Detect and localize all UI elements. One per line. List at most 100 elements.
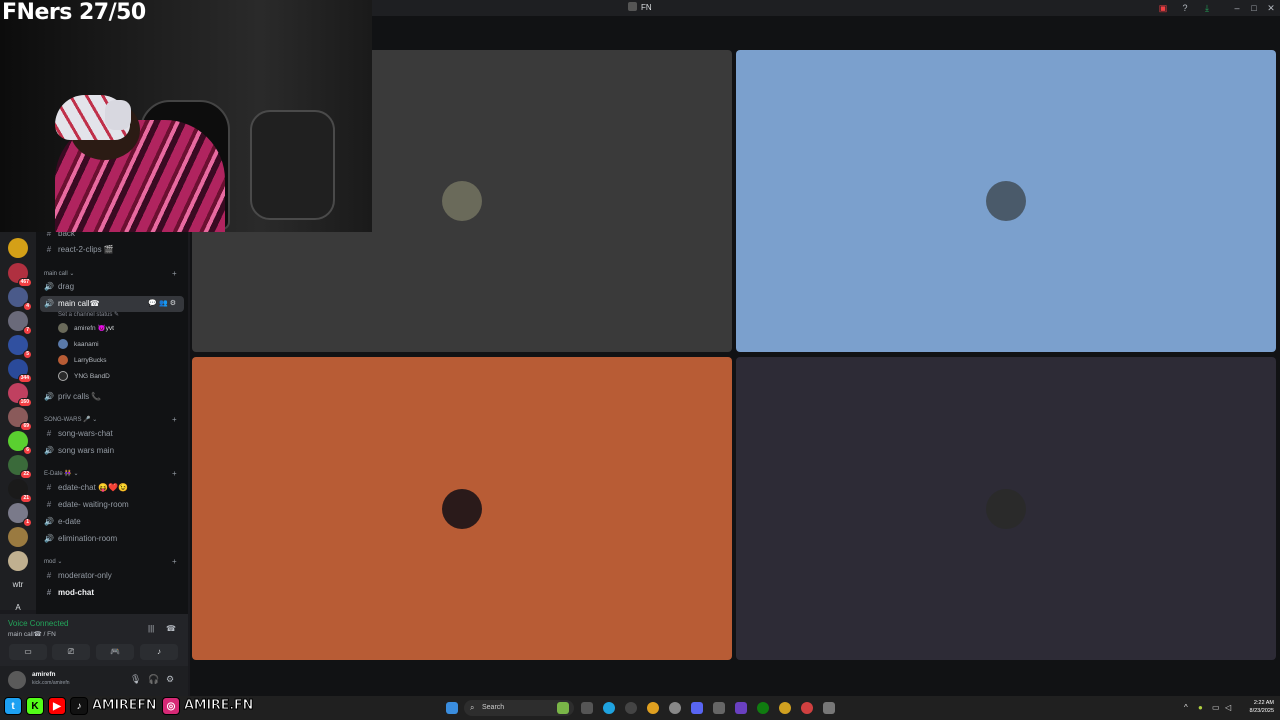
camera-button[interactable]: ▭ — [9, 644, 47, 660]
channel-name: moderator-only — [58, 571, 112, 580]
clock-time: 2:22 AM — [1253, 700, 1274, 706]
kick-icon: K — [26, 697, 44, 715]
text-channel[interactable]: # edate- waiting-room — [44, 497, 182, 513]
tray-chevron-icon[interactable]: ^ — [1184, 703, 1188, 712]
plus-icon[interactable]: + — [172, 415, 177, 424]
voice-channel[interactable]: 🔊 drag — [44, 279, 182, 295]
text-channel[interactable]: # song-wars-chat — [44, 426, 182, 442]
chrome-icon[interactable] — [779, 702, 791, 714]
server-icon[interactable] — [8, 551, 28, 571]
category-edate[interactable]: E-Date 👭 ⌄ + — [44, 469, 177, 478]
voice-user[interactable]: kaanami — [58, 339, 99, 351]
voice-channel[interactable]: 🔊 priv calls 📞 — [44, 389, 182, 405]
video-tile[interactable] — [736, 50, 1276, 352]
unread-badge: 1 — [23, 518, 32, 527]
server-icon[interactable]: 6 — [8, 431, 32, 455]
app-icon[interactable] — [669, 702, 681, 714]
server-icon[interactable]: 467 — [8, 263, 32, 287]
discord-icon[interactable] — [691, 702, 703, 714]
hash-icon: # — [46, 483, 52, 492]
category-song-wars[interactable]: SONG-WARS 🎤 ⌄ + — [44, 415, 177, 424]
app-icon[interactable] — [735, 702, 747, 714]
network-icon[interactable]: ▭ — [1212, 703, 1220, 712]
gear-icon[interactable]: ⚙ — [166, 674, 174, 685]
server-icon[interactable] — [8, 238, 28, 258]
app-icon[interactable] — [801, 702, 813, 714]
voice-channel[interactable]: 🔊 elimination-room — [44, 531, 182, 547]
taskbar — [260, 696, 1280, 720]
speaker-icon: 🔊 — [44, 282, 54, 291]
server-label[interactable]: wtr — [8, 580, 28, 589]
edge-icon[interactable] — [603, 702, 615, 714]
unread-badge: 344 — [17, 374, 32, 383]
app-icon[interactable] — [625, 702, 637, 714]
soundboard-button[interactable]: ♪ — [140, 644, 178, 660]
plus-icon[interactable]: + — [172, 269, 177, 278]
chrome-icon[interactable] — [647, 702, 659, 714]
voice-channel-active[interactable]: 🔊 main call☎ 💬 👥 ⚙ — [40, 296, 184, 312]
server-icon[interactable]: 4 — [8, 287, 32, 311]
activity-button[interactable]: 🎮 — [96, 644, 134, 660]
server-icon[interactable]: 22 — [8, 455, 32, 479]
text-channel[interactable]: # edate-chat 😝❤️😉 — [44, 480, 182, 496]
speaker-icon: 🔊 — [44, 299, 54, 308]
windows-icon[interactable] — [446, 702, 458, 714]
category-label: mod — [44, 559, 56, 565]
minimize-icon[interactable]: – — [1232, 3, 1242, 13]
channel-name: song wars main — [58, 446, 115, 455]
server-icon[interactable]: 5 — [8, 335, 32, 359]
help-icon[interactable]: ? — [1180, 3, 1190, 13]
voice-channel[interactable]: 🔊 song wars main — [44, 443, 182, 459]
disconnect-icon[interactable]: ☎ — [166, 624, 176, 633]
video-tile[interactable] — [736, 357, 1276, 660]
voice-user[interactable]: YNG BandD — [58, 371, 110, 383]
taskview-icon[interactable] — [581, 702, 593, 714]
server-icon[interactable]: 1 — [8, 503, 32, 527]
video-tile[interactable] — [192, 357, 732, 660]
channel-status[interactable]: Set a channel status ✎ — [58, 311, 119, 318]
mic-icon[interactable]: 🎙 — [130, 674, 141, 685]
voice-status: Voice Connected — [8, 619, 69, 628]
signal-icon[interactable]: ||| — [148, 624, 154, 633]
xbox-icon[interactable] — [757, 702, 769, 714]
voice-channel-link[interactable]: main call☎ / FN — [8, 630, 56, 638]
avatar[interactable] — [8, 671, 26, 689]
plus-icon[interactable]: + — [172, 557, 177, 566]
webcam-overlay: FNers 27/50 — [0, 0, 372, 232]
voice-user[interactable]: amirefn 😈yvt — [58, 323, 114, 335]
text-channel-unread[interactable]: # mod-chat — [44, 585, 182, 601]
channel-name: main call☎ — [58, 299, 100, 308]
settings-icon[interactable] — [823, 702, 835, 714]
server-icon[interactable]: 344 — [8, 359, 32, 383]
channel-actions[interactable]: 💬 👥 ⚙ — [148, 296, 176, 312]
user-name[interactable]: amirefn — [32, 671, 55, 678]
unread-badge: 21 — [20, 494, 32, 503]
maximize-icon[interactable]: □ — [1249, 3, 1259, 13]
plus-icon[interactable]: + — [172, 469, 177, 478]
category-main-call[interactable]: main call ⌄ + — [44, 269, 177, 278]
widget-icon[interactable] — [557, 702, 569, 714]
text-channel[interactable]: # moderator-only — [44, 568, 182, 584]
unread-badge: 6 — [23, 446, 32, 455]
text-channel[interactable]: # react-2-clips 🎬 — [44, 242, 182, 258]
screenshare-button[interactable]: ⎚ — [52, 644, 90, 660]
server-icon[interactable]: 160 — [8, 383, 32, 407]
headphones-icon[interactable]: 🎧 — [148, 674, 159, 685]
mic-icon[interactable]: ● — [1198, 703, 1203, 712]
server-icon[interactable]: 69 — [8, 407, 32, 431]
voice-channel[interactable]: 🔊 e-date — [44, 514, 182, 530]
voice-user[interactable]: LarryBucks — [58, 355, 107, 367]
category-label: main call — [44, 271, 68, 277]
clock[interactable]: 2:22 AM 8/23/2025 — [1238, 699, 1274, 715]
download-icon[interactable]: ⤓ — [1202, 3, 1212, 13]
server-icon[interactable]: 21 — [8, 479, 32, 503]
avatar — [58, 355, 68, 366]
inbox-icon[interactable]: ▣ — [1158, 3, 1168, 13]
volume-icon[interactable]: ◁ — [1225, 703, 1231, 712]
server-label[interactable]: A — [8, 603, 28, 612]
app-icon[interactable] — [713, 702, 725, 714]
category-mod[interactable]: mod ⌄ + — [44, 557, 177, 566]
close-icon[interactable]: ✕ — [1266, 3, 1276, 13]
server-icon[interactable] — [8, 527, 28, 547]
server-icon[interactable]: 7 — [8, 311, 32, 335]
